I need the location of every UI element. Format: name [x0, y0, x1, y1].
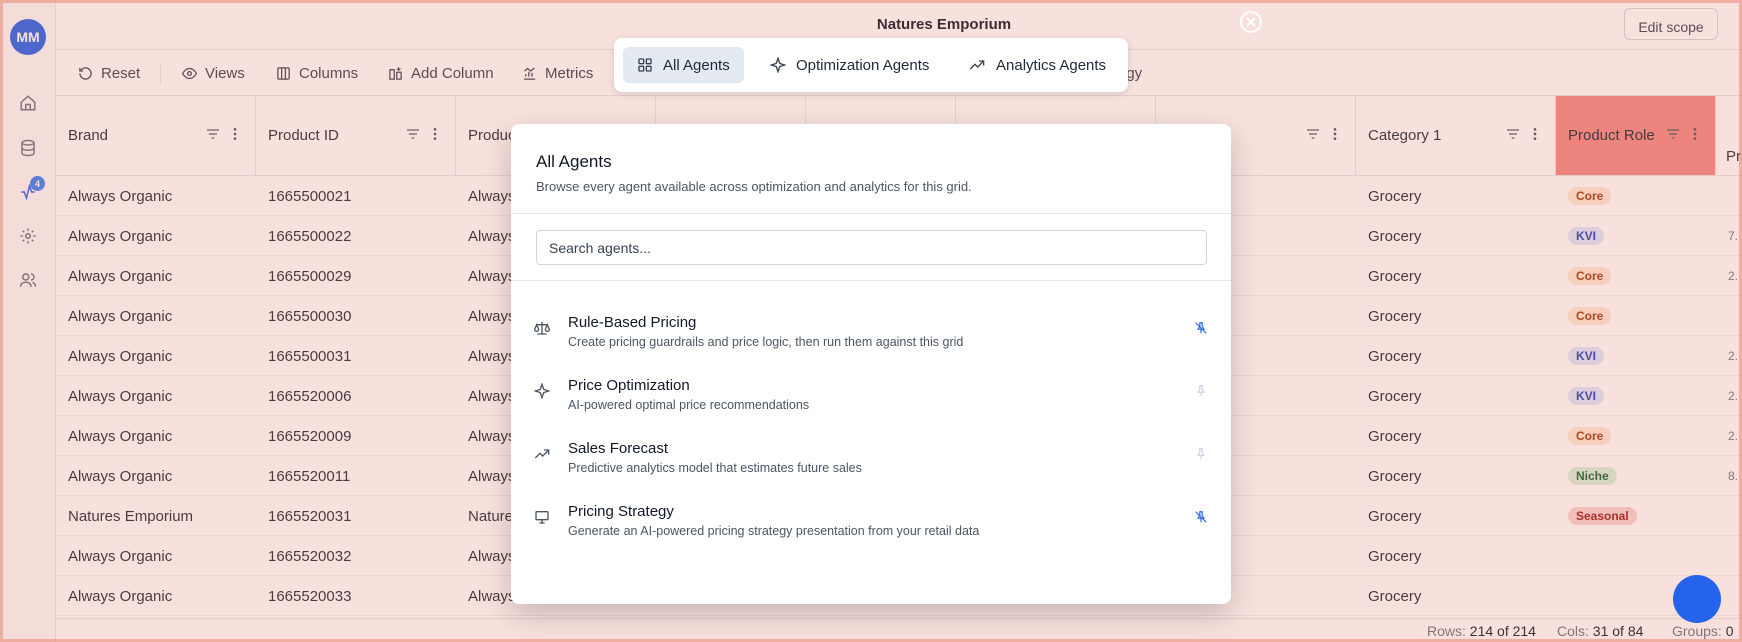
grid-icon	[638, 58, 652, 72]
agent-name: Rule-Based Pricing	[568, 314, 697, 331]
search-input[interactable]	[536, 230, 1207, 265]
agent-description: Predictive analytics model that estimate…	[568, 461, 862, 475]
sparkle-icon	[770, 57, 786, 73]
tab-analytics-agents[interactable]: Analytics Agents	[954, 47, 1120, 83]
agent-item-sales-forecast[interactable]: Sales Forecast Predictive analytics mode…	[511, 436, 1231, 498]
tab-optimization-agents[interactable]: Optimization Agents	[756, 47, 943, 83]
tab-all-agents[interactable]: All Agents	[623, 47, 744, 83]
close-icon[interactable]	[1240, 11, 1262, 33]
agent-name: Price Optimization	[568, 377, 690, 394]
presentation-icon	[533, 508, 551, 526]
dialog-subtitle: Browse every agent available across opti…	[536, 179, 972, 194]
pin-icon[interactable]	[1193, 446, 1209, 462]
agent-description: AI-powered optimal price recommendations	[568, 398, 810, 412]
agent-tabs: All Agents Optimization Agents Analytics…	[614, 38, 1128, 92]
tab-label: All Agents	[663, 56, 730, 74]
trending-up-icon	[533, 445, 551, 463]
pin-icon[interactable]	[1193, 383, 1209, 399]
agent-item-pricing-strategy[interactable]: Pricing Strategy Generate an AI-powered …	[511, 499, 1231, 561]
trending-up-icon	[969, 60, 985, 70]
agent-item-price-optimization[interactable]: Price Optimization AI-powered optimal pr…	[511, 373, 1231, 435]
dialog-title: All Agents	[536, 152, 612, 171]
tab-label: Optimization Agents	[796, 56, 930, 74]
tab-label: Analytics Agents	[996, 56, 1107, 74]
agent-description: Create pricing guardrails and price logi…	[568, 335, 964, 349]
sparkle-icon	[533, 382, 551, 400]
agent-name: Pricing Strategy	[568, 503, 674, 520]
agent-item-rule-based-pricing[interactable]: Rule-Based Pricing Create pricing guardr…	[511, 310, 1231, 372]
pin-off-icon[interactable]	[1193, 509, 1209, 525]
pin-off-icon[interactable]	[1193, 320, 1209, 336]
scale-icon	[533, 319, 551, 337]
chat-fab-button[interactable]	[1673, 575, 1721, 623]
agent-description: Generate an AI-powered pricing strategy …	[568, 524, 980, 538]
agent-name: Sales Forecast	[568, 440, 669, 457]
agents-dialog: All Agents Browse every agent available …	[511, 124, 1231, 604]
